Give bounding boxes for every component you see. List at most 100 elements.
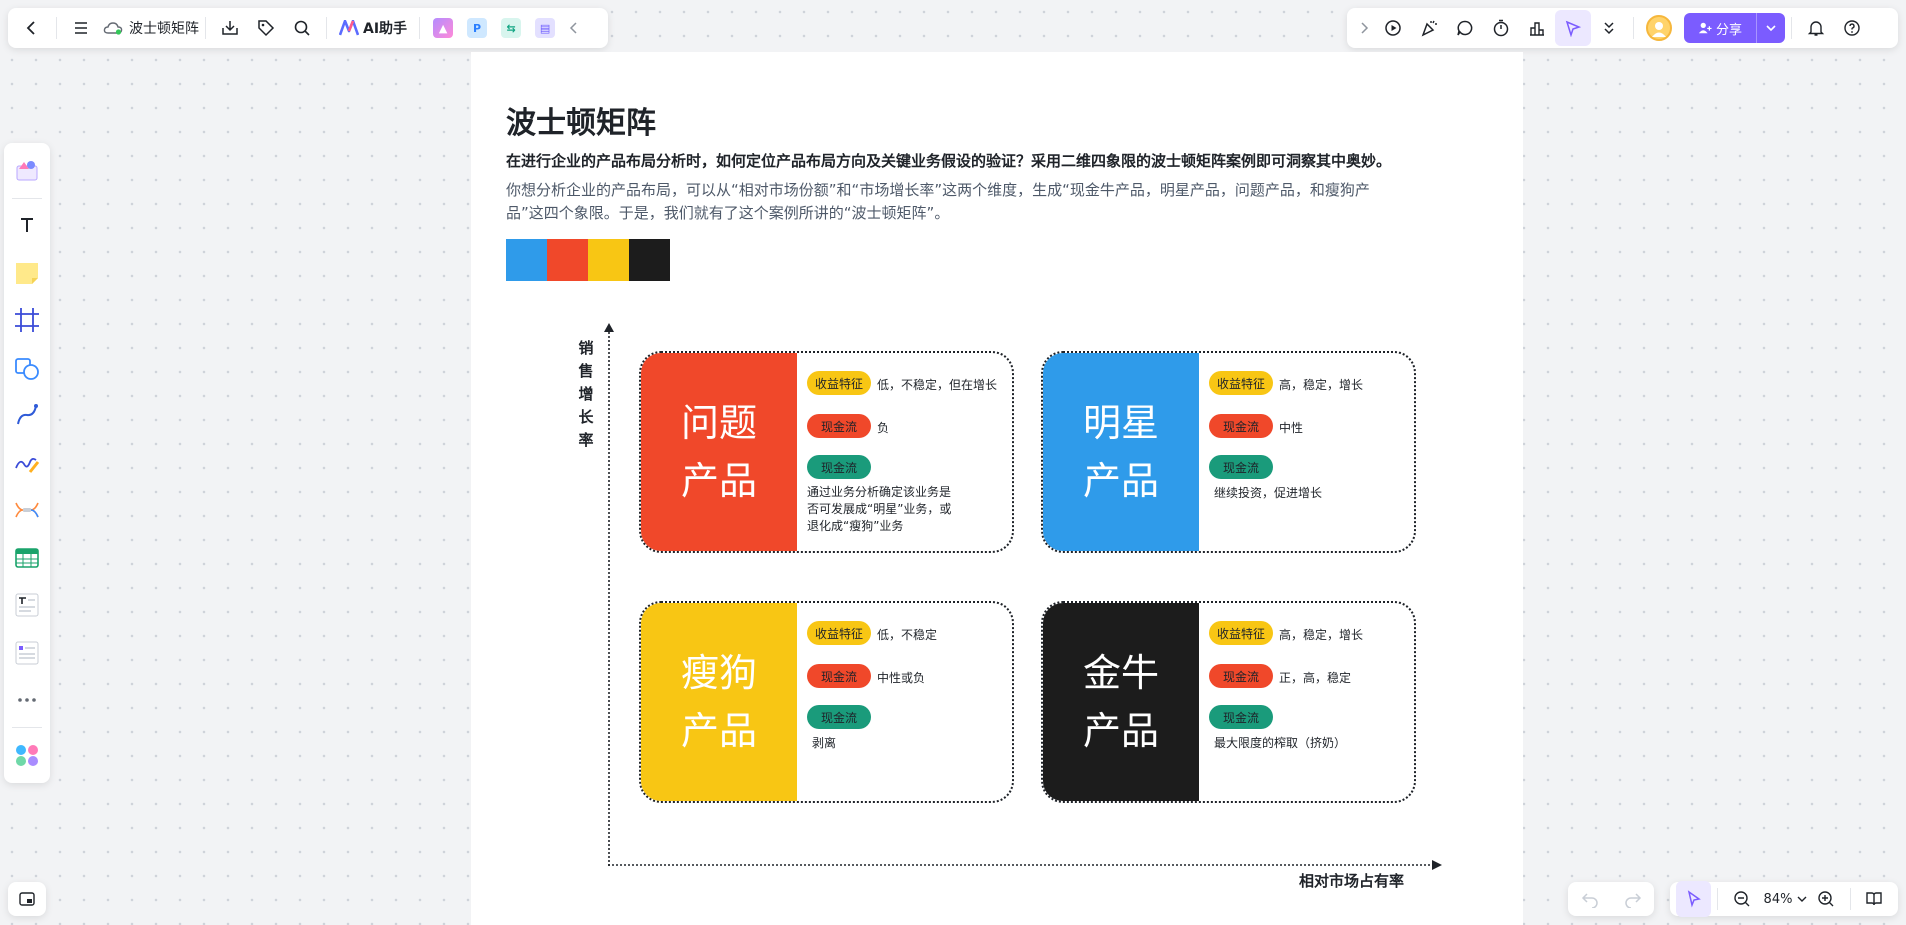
frame-tool[interactable] xyxy=(4,297,50,345)
y-axis-arrow xyxy=(604,323,614,868)
title-line: 产品 xyxy=(680,709,757,753)
zoom-in-button[interactable] xyxy=(1808,881,1843,917)
vote-button[interactable] xyxy=(1519,10,1555,46)
notifications-button[interactable] xyxy=(1798,10,1834,46)
text-icon xyxy=(16,214,38,237)
share-dropdown-button[interactable] xyxy=(1757,13,1785,43)
chevron-right-icon xyxy=(1361,22,1369,34)
chevron-down-icon[interactable] xyxy=(1796,893,1808,905)
quadrant-question[interactable]: 问题 产品 收益特征 低，不稳定，但在增长 现金流 负 现金流 通过业务分析确定… xyxy=(639,351,1014,553)
tag-icon xyxy=(258,20,275,37)
celebrate-button[interactable] xyxy=(1411,10,1447,46)
text-tool[interactable] xyxy=(4,202,50,250)
color-swatch-blue[interactable] xyxy=(506,239,547,281)
user-avatar[interactable] xyxy=(1646,15,1672,41)
revenue-pill: 收益特征 xyxy=(1209,621,1273,645)
top-right-toolbar: 分享 xyxy=(1347,8,1898,48)
apps-tool[interactable] xyxy=(4,731,50,779)
comment-button[interactable] xyxy=(1447,10,1483,46)
more-tools-button[interactable] xyxy=(4,677,50,725)
strategy-note: 剥离 xyxy=(812,736,837,750)
reading-mode-button[interactable] xyxy=(1857,881,1892,917)
menu-icon xyxy=(75,22,87,34)
document-icon xyxy=(15,593,39,617)
tag-button[interactable] xyxy=(248,10,284,46)
document-title[interactable]: 波士顿矩阵 xyxy=(129,18,199,38)
cashflow-pill: 现金流 xyxy=(807,414,871,438)
divider xyxy=(1633,17,1634,39)
menu-button[interactable] xyxy=(63,10,99,46)
minimap-icon xyxy=(19,892,35,906)
zoom-level[interactable]: 84% xyxy=(1764,892,1793,907)
download-icon xyxy=(222,21,238,35)
zoom-out-button[interactable] xyxy=(1724,881,1759,917)
minimap-button[interactable] xyxy=(8,882,46,916)
connector-tool[interactable] xyxy=(4,392,50,440)
play-icon xyxy=(1385,20,1401,36)
table-tool[interactable] xyxy=(4,534,50,582)
doc-tool[interactable] xyxy=(4,582,50,630)
help-icon xyxy=(1844,20,1860,36)
select-tool-button[interactable] xyxy=(1676,881,1712,917)
strategy-pill: 现金流 xyxy=(1209,705,1273,729)
list-icon xyxy=(15,641,39,665)
present-button[interactable] xyxy=(1375,10,1411,46)
quadrant-star[interactable]: 明星 产品 收益特征 高，稳定，增长 现金流 中性 现金流 继续投资，促进增长 xyxy=(1041,351,1416,553)
quadrant-star-info: 收益特征 高，稳定，增长 现金流 中性 现金流 继续投资，促进增长 xyxy=(1209,353,1409,551)
quadrant-star-title: 明星 产品 xyxy=(1076,394,1166,510)
cursor-icon xyxy=(1687,890,1701,908)
quadrant-dog-color-block: 瘦狗 产品 xyxy=(641,603,797,801)
ai-assistant-button[interactable]: AI助手 xyxy=(333,18,413,38)
help-button[interactable] xyxy=(1834,10,1870,46)
sticky-note-tool[interactable] xyxy=(4,249,50,297)
page-title: 波士顿矩阵 xyxy=(506,106,656,141)
mindmap-tool[interactable] xyxy=(4,487,50,535)
share-button[interactable]: 分享 xyxy=(1684,13,1758,43)
zoom-in-icon xyxy=(1818,891,1834,907)
quadrant-cash-cow-color-block: 金牛 产品 xyxy=(1043,603,1199,801)
divider xyxy=(205,17,206,39)
search-button[interactable] xyxy=(284,10,320,46)
lead-text: 在进行企业的产品布局分析时，如何定位产品布局方向及关键业务假设的验证？采用二维四… xyxy=(506,152,1392,170)
cashflow-pill: 现金流 xyxy=(807,664,871,688)
title-line: 产品 xyxy=(1082,709,1159,753)
templates-tool[interactable] xyxy=(4,147,50,195)
collapse-apps-button[interactable] xyxy=(562,10,586,46)
shape-tool[interactable] xyxy=(4,344,50,392)
divider xyxy=(326,17,327,39)
quadrant-dog[interactable]: 瘦狗 产品 收益特征 低，不稳定 现金流 中性或负 现金流 剥离 xyxy=(639,601,1014,803)
divider xyxy=(1717,888,1719,910)
quadrant-cash-cow[interactable]: 金牛 产品 收益特征 高，稳定，增长 现金流 正，高，稳定 现金流 最大限度的榨… xyxy=(1041,601,1416,803)
book-icon xyxy=(1866,892,1883,906)
more-dots-icon xyxy=(18,698,36,703)
strategy-pill: 现金流 xyxy=(807,705,871,729)
expand-tools-button[interactable] xyxy=(1353,10,1375,46)
zoom-out-icon xyxy=(1734,891,1750,907)
image-app-icon[interactable]: ▲ xyxy=(433,18,454,38)
cursor-follow-icon xyxy=(1565,20,1582,37)
p-app-icon[interactable]: P xyxy=(467,18,488,38)
quadrant-dog-info: 收益特征 低，不稳定 现金流 中性或负 现金流 剥离 xyxy=(807,603,1007,801)
color-swatch-yellow[interactable] xyxy=(588,239,629,281)
pen-tool[interactable] xyxy=(4,439,50,487)
more-tools-button[interactable] xyxy=(1591,10,1627,46)
undo-icon xyxy=(1581,893,1598,908)
divider xyxy=(12,197,42,199)
undo-button[interactable] xyxy=(1572,881,1608,917)
top-left-toolbar: 波士顿矩阵 AI助手 ▲ P ⇆ ▤ xyxy=(8,8,608,48)
strategy-note: 通过业务分析确定该业务是否可发展成“明星”业务，或退化成“瘦狗”业务 xyxy=(807,485,952,533)
color-swatch-black[interactable] xyxy=(629,239,670,281)
back-button[interactable] xyxy=(14,10,50,46)
redo-button[interactable] xyxy=(1615,881,1651,917)
board-canvas[interactable]: 波士顿矩阵 在进行企业的产品布局分析时，如何定位产品布局方向及关键业务假设的验证… xyxy=(471,52,1523,925)
chat-app-icon[interactable]: ▤ xyxy=(535,18,556,38)
color-swatch-red[interactable] xyxy=(547,239,588,281)
avatar-face-icon xyxy=(1652,22,1666,37)
download-button[interactable] xyxy=(212,10,248,46)
timer-button[interactable] xyxy=(1483,10,1519,46)
left-toolbar xyxy=(4,143,50,783)
follow-cursor-button[interactable] xyxy=(1555,10,1591,46)
timer-icon xyxy=(1493,19,1509,37)
list-tool[interactable] xyxy=(4,629,50,677)
flow-app-icon[interactable]: ⇆ xyxy=(501,18,522,38)
